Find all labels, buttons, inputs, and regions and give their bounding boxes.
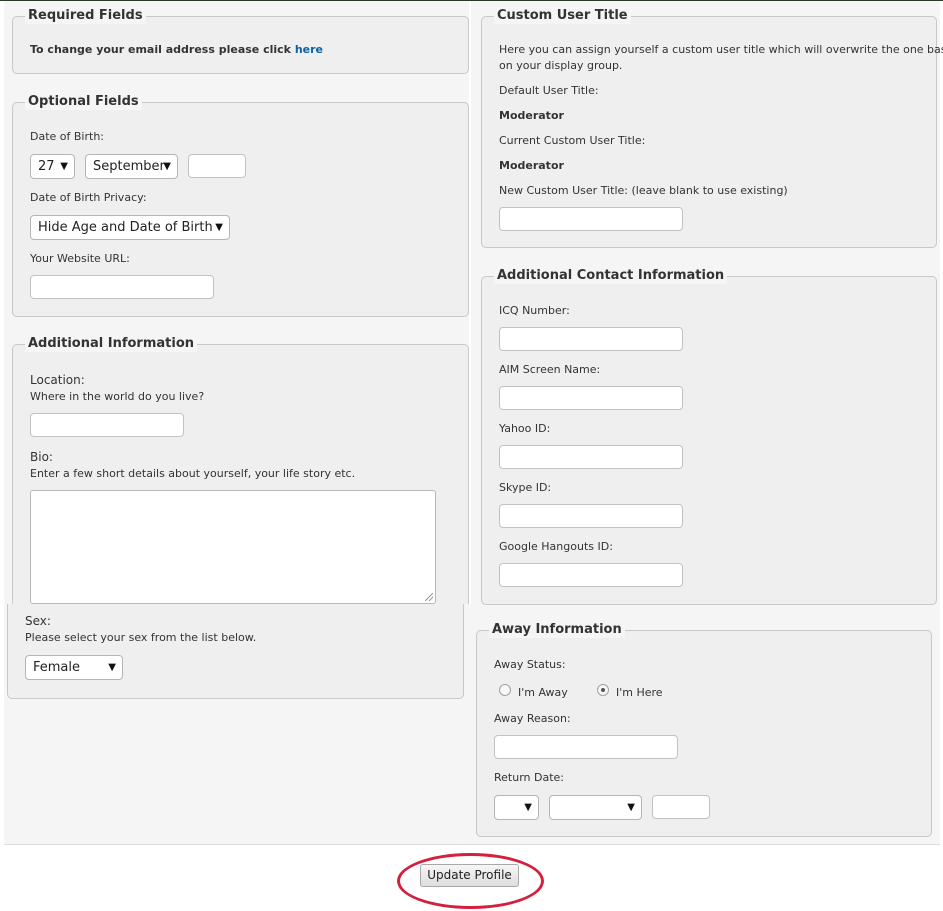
away-fieldset: Away Information Away Status: I'm Away I… (476, 622, 932, 837)
dropdown-arrow-icon: ▼ (108, 662, 116, 673)
away-reason-input[interactable] (494, 735, 678, 759)
away-option-label: I'm Away (518, 686, 568, 699)
dropdown-arrow-icon: ▼ (627, 802, 635, 813)
dob-label: Date of Birth: (30, 130, 105, 143)
hangouts-label: Google Hangouts ID: (499, 540, 613, 553)
icq-input[interactable] (499, 327, 683, 351)
optional-fields-fieldset: Optional Fields Date of Birth: 27 ▼ Septe… (12, 94, 469, 317)
contact-fieldset: Additional Contact Information ICQ Numbe… (481, 268, 937, 605)
dob-month-select[interactable]: September ▼ (85, 154, 178, 179)
icq-label: ICQ Number: (499, 304, 570, 317)
skype-label: Skype ID: (499, 481, 552, 494)
sex-help: Please select your sex from the list bel… (25, 631, 257, 644)
location-help: Where in the world do you live? (30, 390, 205, 403)
sex-select[interactable]: Female ▼ (25, 655, 123, 680)
hangouts-input[interactable] (499, 563, 683, 587)
dropdown-arrow-icon: ▼ (60, 161, 68, 172)
dob-year-input[interactable] (188, 154, 246, 178)
dropdown-arrow-icon: ▼ (215, 222, 223, 233)
contact-legend: Additional Contact Information (494, 268, 728, 284)
yahoo-label: Yahoo ID: (499, 422, 551, 435)
sex-label: Sex: (25, 614, 51, 628)
dropdown-arrow-icon: ▼ (163, 161, 171, 172)
return-date-label: Return Date: (494, 771, 564, 784)
resize-handle-icon[interactable] (425, 593, 433, 601)
new-title-input[interactable] (499, 207, 683, 231)
return-month-select[interactable]: ▼ (549, 795, 642, 820)
skype-input[interactable] (499, 504, 683, 528)
highlight-circle-annotation (397, 853, 544, 909)
custom-title-fieldset: Custom User Title Here you can assign yo… (481, 8, 943, 248)
dob-privacy-label: Date of Birth Privacy: (30, 191, 147, 204)
custom-title-legend: Custom User Title (494, 8, 631, 24)
optional-fields-legend: Optional Fields (25, 94, 142, 110)
aim-input[interactable] (499, 386, 683, 410)
dob-privacy-select[interactable]: Hide Age and Date of Birth ▼ (30, 215, 230, 240)
away-status-label: Away Status: (494, 658, 566, 671)
bio-label: Bio: (30, 450, 53, 464)
here-radio[interactable] (597, 684, 609, 696)
custom-title-desc-2: on your display group. (499, 59, 623, 72)
bio-help: Enter a few short details about yourself… (30, 467, 356, 480)
away-reason-label: Away Reason: (494, 712, 571, 725)
return-day-select[interactable]: ▼ (494, 795, 539, 820)
location-label: Location: (30, 373, 85, 387)
required-fields-fieldset: Required Fields To change your email add… (12, 8, 469, 74)
yahoo-input[interactable] (499, 445, 683, 469)
here-option-label: I'm Here (616, 686, 663, 699)
dropdown-arrow-icon: ▼ (524, 802, 532, 813)
website-label: Your Website URL: (30, 252, 130, 265)
sex-fieldset: Sex: Please select your sex from the lis… (7, 604, 464, 699)
current-title-value: Moderator (499, 159, 564, 172)
away-radio[interactable] (499, 684, 511, 696)
website-input[interactable] (30, 275, 214, 299)
return-year-input[interactable] (652, 795, 710, 819)
additional-info-fieldset: Additional Information Location: Where i… (12, 336, 469, 604)
email-change-text: To change your email address please clic… (30, 43, 323, 56)
dob-day-select[interactable]: 27 ▼ (30, 154, 75, 179)
aim-label: AIM Screen Name: (499, 363, 601, 376)
custom-title-desc-1: Here you can assign yourself a custom us… (499, 43, 943, 56)
bio-textarea[interactable] (30, 490, 436, 604)
additional-info-legend: Additional Information (25, 336, 198, 352)
new-title-label: New Custom User Title: (leave blank to u… (499, 184, 788, 197)
default-title-value: Moderator (499, 109, 564, 122)
location-input[interactable] (30, 413, 184, 437)
away-legend: Away Information (489, 622, 625, 638)
required-fields-legend: Required Fields (25, 8, 146, 24)
form-bottom-border (4, 844, 940, 845)
current-title-label: Current Custom User Title: (499, 134, 646, 147)
default-title-label: Default User Title: (499, 84, 599, 97)
email-change-link[interactable]: here (295, 43, 323, 56)
